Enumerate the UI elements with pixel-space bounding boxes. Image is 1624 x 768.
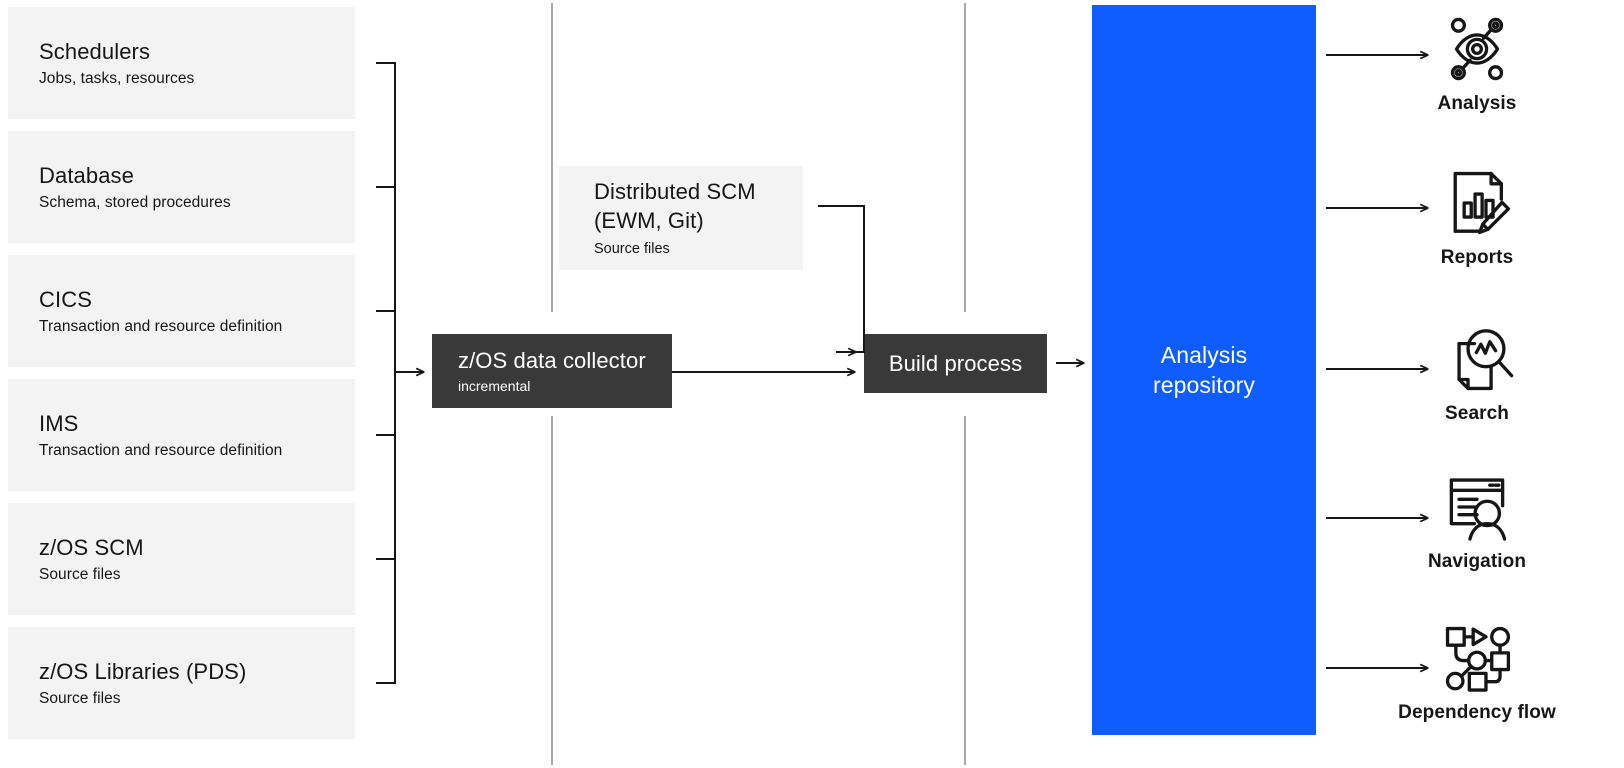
source-card-title: Schedulers bbox=[39, 38, 151, 64]
source-card-subtitle: Source files bbox=[39, 565, 121, 583]
capability-label: Navigation bbox=[1427, 551, 1527, 572]
zone-divider-right-bottom bbox=[964, 416, 966, 765]
distributed-scm-title-line1: Distributed SCM bbox=[594, 179, 756, 204]
source-card-schedulers[interactable]: Schedulers Jobs, tasks, resources bbox=[8, 7, 355, 119]
capability-reports[interactable]: Reports bbox=[1382, 162, 1572, 270]
capability-analysis[interactable]: Analysis bbox=[1382, 8, 1572, 116]
capability-label: Analysis bbox=[1437, 93, 1517, 114]
source-card-title: z/OS Libraries (PDS) bbox=[39, 658, 247, 684]
zone-divider-left-top bbox=[551, 3, 553, 312]
analysis-repository-box[interactable]: Analysis repository bbox=[1092, 5, 1316, 735]
distributed-scm-box[interactable]: Distributed SCM (EWM, Git) Source files bbox=[559, 166, 803, 270]
source-card-database[interactable]: Database Schema, stored procedures bbox=[8, 131, 355, 243]
source-card-ims[interactable]: IMS Transaction and resource definition bbox=[8, 379, 355, 491]
zos-data-collector-box[interactable]: z/OS data collector incremental bbox=[432, 334, 672, 408]
collector-subtitle: incremental bbox=[458, 378, 531, 394]
capability-search[interactable]: Search bbox=[1382, 318, 1572, 426]
diagram-canvas: Schedulers Jobs, tasks, resources Databa… bbox=[0, 0, 1624, 768]
source-card-zos-libraries[interactable]: z/OS Libraries (PDS) Source files bbox=[8, 627, 355, 739]
zone-divider-right-top bbox=[964, 3, 966, 312]
source-card-subtitle: Transaction and resource definition bbox=[39, 317, 283, 335]
capability-dependency-flow[interactable]: Dependency flow bbox=[1382, 617, 1572, 725]
analysis-repository-line2: repository bbox=[1153, 372, 1255, 398]
document-magnifier-icon bbox=[1457, 329, 1514, 391]
document-chart-pencil-icon bbox=[1453, 171, 1511, 235]
source-card-title: z/OS SCM bbox=[39, 534, 144, 560]
source-card-title: CICS bbox=[39, 286, 92, 312]
node-graph-flow-icon bbox=[1445, 626, 1511, 692]
source-card-subtitle: Transaction and resource definition bbox=[39, 441, 283, 459]
distributed-scm-subtitle: Source files bbox=[594, 241, 670, 257]
source-card-subtitle: Schema, stored procedures bbox=[39, 193, 231, 211]
source-card-zos-scm[interactable]: z/OS SCM Source files bbox=[8, 503, 355, 615]
distributed-scm-title-line2: (EWM, Git) bbox=[594, 208, 704, 233]
build-process-box[interactable]: Build process bbox=[864, 334, 1047, 393]
capability-label: Reports bbox=[1440, 247, 1514, 268]
analysis-repository-label-group: Analysis repository bbox=[1153, 340, 1255, 400]
capability-label: Dependency flow bbox=[1398, 702, 1556, 723]
source-card-cics[interactable]: CICS Transaction and resource definition bbox=[8, 255, 355, 367]
source-card-subtitle: Source files bbox=[39, 689, 121, 707]
capability-label: Search bbox=[1445, 403, 1509, 424]
collector-title: z/OS data collector bbox=[458, 348, 646, 373]
analysis-repository-line1: Analysis bbox=[1160, 342, 1248, 368]
zone-divider-left-bottom bbox=[551, 416, 553, 765]
analysis-eye-network-icon bbox=[1450, 17, 1504, 81]
source-card-title: IMS bbox=[39, 410, 79, 436]
source-card-subtitle: Jobs, tasks, resources bbox=[39, 69, 195, 87]
source-card-title: Database bbox=[39, 162, 134, 188]
capability-navigation[interactable]: Navigation bbox=[1382, 466, 1572, 574]
browser-window-person-icon bbox=[1449, 478, 1507, 541]
build-process-title: Build process bbox=[888, 351, 1023, 376]
